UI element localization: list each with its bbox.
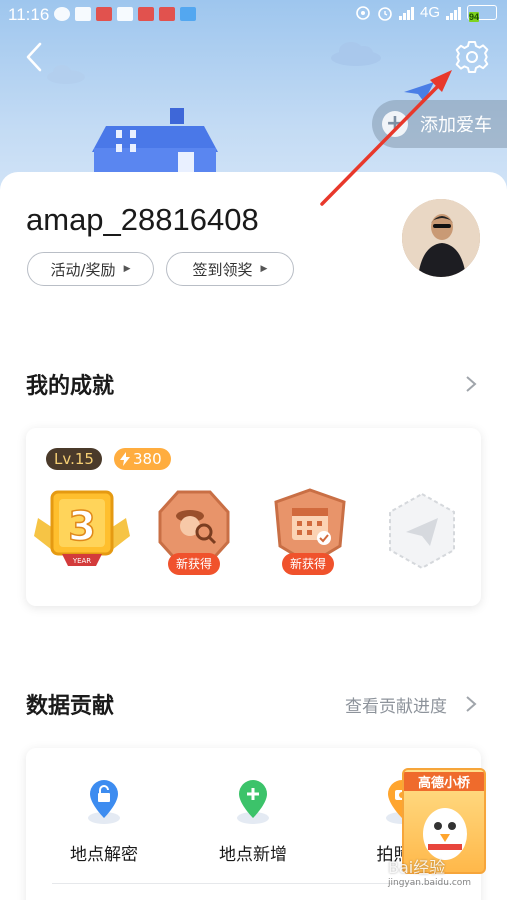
contribution-label: 地点解密 <box>70 845 138 865</box>
watermark-sub: jingyan.baidu.com <box>388 878 472 888</box>
annotation-arrow <box>320 70 452 206</box>
achievements-card[interactable]: Lv.15 380 3 YEAR 新获得 新获得 <box>26 428 481 606</box>
contribution-title: 数据贡献 <box>26 694 115 719</box>
points-badge: 380 <box>114 448 171 470</box>
new-badge-tag: 新获得 <box>282 553 335 575</box>
contribution-item-add[interactable]: 地点新增 <box>183 778 323 865</box>
promo-title: 高德小桥 <box>404 772 484 791</box>
level-badge: Lv.15 <box>46 448 102 470</box>
chevron-right-icon[interactable] <box>464 374 478 394</box>
checkin-reward-label: 签到领奖 <box>192 260 253 279</box>
caret-right-icon: ▶ <box>260 264 268 274</box>
activity-reward-label: 活动/奖励 <box>50 260 116 279</box>
contribution-progress-link[interactable]: 查看贡献进度 <box>345 692 447 717</box>
watermark-text: Bai经验 <box>388 858 446 877</box>
lightning-icon <box>120 452 130 466</box>
chevron-right-icon[interactable] <box>464 694 478 714</box>
points-value: 380 <box>133 450 162 468</box>
badge-year-number: 3 <box>68 504 96 550</box>
contribution-label: 地点新增 <box>219 845 287 865</box>
unlock-pin-icon <box>88 780 120 824</box>
locked-paper-plane-badge[interactable] <box>386 492 458 572</box>
achievements-title: 我的成就 <box>26 374 115 399</box>
contribution-item-unlock[interactable]: 地点解密 <box>34 778 174 865</box>
watermark: Bai经验 jingyan.baidu.com <box>388 854 471 888</box>
new-badge-tag: 新获得 <box>168 553 221 575</box>
plus-pin-icon <box>237 780 269 824</box>
year-3-badge[interactable]: 3 YEAR <box>32 488 132 572</box>
badge-year-label: YEAR <box>72 557 91 565</box>
caret-right-icon: ▶ <box>123 264 131 274</box>
